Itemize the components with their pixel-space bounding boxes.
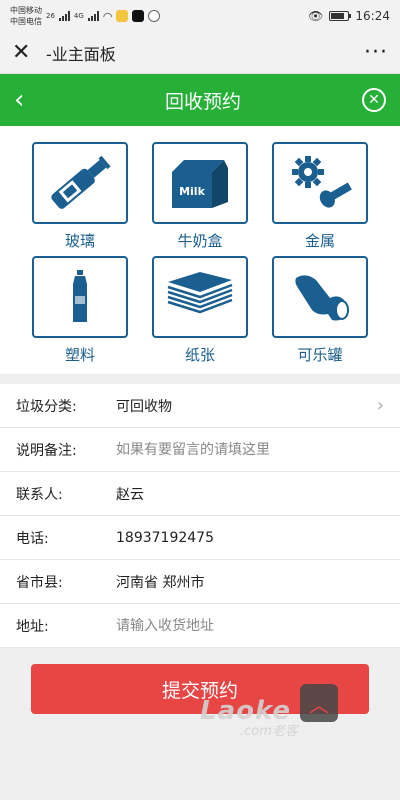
watermark-sub: .com老客 [240,724,298,739]
milk-box-text: Milk [179,185,205,198]
category-label: 塑料 [64,346,95,364]
address-row: 地址: [0,604,400,648]
scroll-to-top-button[interactable]: ︿ [300,684,338,722]
plastic-bottle-icon [32,256,128,338]
signal-icon [58,11,70,21]
remark-label: 说明备注: [16,442,77,459]
category-label: 纸张 [184,346,215,364]
category-label: 可乐罐 [297,346,343,364]
category-select-label: 垃圾分类: [16,398,77,415]
address-label: 地址: [16,618,49,635]
category-select-value[interactable]: 可回收物 [116,396,377,416]
category-label: 金属 [304,232,335,250]
category-select-row[interactable]: 垃圾分类: 可回收物 › [0,384,400,428]
phone-row: 电话: [0,516,400,560]
wechat-title: -业主面板 [46,44,116,64]
remark-row: 说明备注: [0,428,400,472]
contact-input[interactable] [116,485,384,502]
status-right: 👁 16:24 [308,9,390,23]
notification-app-icon [116,10,129,22]
sync-icon [148,10,161,22]
status-bar: 中国移动 中国电信 26 4G ◠ 👁 16:24 [0,0,400,32]
carrier-2: 中国电信 [10,17,42,26]
glass-bottle-icon [32,142,128,224]
category-metal[interactable]: 金属 [260,142,380,250]
crushed-can-icon [272,256,368,338]
region-label: 省市县: [16,574,63,591]
battery-icon [329,11,352,21]
clock: 16:24 [355,9,390,23]
phone-label: 电话: [16,530,49,547]
booking-form: 垃圾分类: 可回收物 › 说明备注: 联系人: 电话: 省市县: 河南省 郑州市… [0,384,400,648]
contact-row: 联系人: [0,472,400,516]
wechat-title-bar: ✕ -业主面板 ··· [0,32,400,74]
category-label: 牛奶盒 [177,232,223,250]
category-milk-carton[interactable]: Milk 牛奶盒 [140,142,260,250]
page-header: ‹ 回收预约 ✕ [0,74,400,126]
category-grid: 玻璃 Milk 牛奶盒 金属 塑料 纸张 可乐罐 [0,126,400,374]
signal-icon-2 [87,11,99,21]
region-value[interactable]: 河南省 郑州市 [116,572,384,592]
carriers: 中国移动 中国电信 [10,5,42,27]
network-type-1: 26 [46,12,55,20]
battery-fill [331,13,344,19]
category-plastic[interactable]: 塑料 [20,256,140,364]
category-paper[interactable]: 纸张 [140,256,260,364]
status-left: 中国移动 中国电信 26 4G ◠ [10,5,161,27]
phone-input[interactable] [116,529,384,546]
network-type-2: 4G [73,12,84,20]
more-menu-button[interactable]: ··· [364,40,388,65]
close-circle-button[interactable]: ✕ [361,88,386,112]
contact-label: 联系人: [16,486,63,503]
category-label: 玻璃 [64,232,95,250]
region-row[interactable]: 省市县: 河南省 郑州市 [0,560,400,604]
category-cola-can[interactable]: 可乐罐 [260,256,380,364]
category-glass[interactable]: 玻璃 [20,142,140,250]
chevron-right-icon[interactable]: › [377,395,384,416]
tiktok-icon [132,10,145,22]
page-title: 回收预约 [164,90,241,113]
remark-input[interactable] [116,441,384,458]
address-input[interactable] [116,617,384,634]
metal-gear-screw-icon [272,142,368,224]
close-icon[interactable]: ✕ [12,40,40,65]
wifi-icon: ◠ [102,9,113,23]
back-button[interactable]: ‹ [14,85,44,115]
watermark: Laoke .com老客 [200,696,298,739]
paper-stack-icon [152,256,248,338]
eye-icon: 👁 [308,9,324,23]
carrier-1: 中国移动 [10,6,42,15]
milk-carton-icon: Milk [152,142,248,224]
